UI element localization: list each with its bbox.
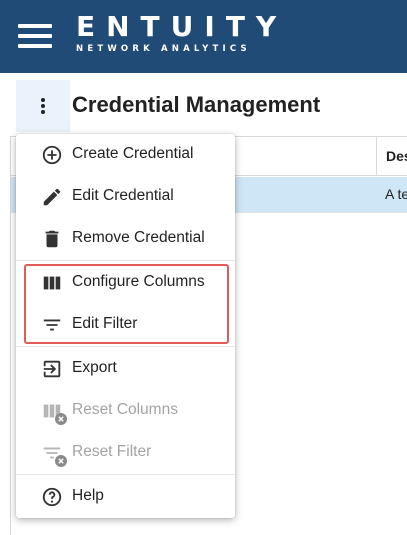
menu-item-configure-columns[interactable]: Configure Columns <box>16 262 235 302</box>
kebab-dot-icon <box>41 104 45 108</box>
pencil-icon <box>41 186 63 208</box>
menu-item-reset-columns: Reset Columns <box>16 390 235 430</box>
menu-item-label: Edit Credential <box>72 187 174 204</box>
menu-item-edit-filter[interactable]: Edit Filter <box>16 304 235 344</box>
menu-item-label: Create Credential <box>72 145 194 162</box>
logo-title: ENTUITY <box>76 10 288 43</box>
menu-item-remove-credential[interactable]: Remove Credential <box>16 218 235 258</box>
menu-item-help[interactable]: Help <box>16 476 235 516</box>
actions-dropdown-menu: Create Credential Edit Credential Remove… <box>16 134 235 518</box>
top-navigation-bar: ENTUITY NETWORK ANALYTICS <box>0 0 407 73</box>
actions-menu-button[interactable] <box>16 80 70 132</box>
menu-item-export[interactable]: Export <box>16 348 235 388</box>
menu-divider <box>16 346 235 347</box>
menu-item-label: Export <box>72 359 117 376</box>
cancel-badge-icon <box>55 412 67 425</box>
filter-icon <box>41 314 63 336</box>
help-icon <box>41 486 63 508</box>
menu-item-label: Reset Columns <box>72 401 178 418</box>
kebab-dot-icon <box>41 98 45 102</box>
logo-subtitle: NETWORK ANALYTICS <box>76 44 251 54</box>
page-title: Credential Management <box>72 92 321 117</box>
menu-item-create-credential[interactable]: Create Credential <box>16 134 235 174</box>
menu-item-label: Remove Credential <box>72 229 205 246</box>
add-circle-icon <box>41 144 63 166</box>
menu-divider <box>16 260 235 261</box>
menu-item-label: Reset Filter <box>72 443 152 460</box>
entuity-logo: ENTUITY NETWORK ANALYTICS <box>76 12 287 55</box>
table-cell-description: A te <box>385 186 407 202</box>
menu-item-label: Configure Columns <box>72 273 205 290</box>
trash-icon <box>41 228 63 250</box>
menu-item-label: Help <box>72 487 104 504</box>
menu-item-reset-filter: Reset Filter <box>16 432 235 472</box>
column-header-description[interactable]: Des <box>376 137 407 175</box>
hamburger-menu-icon[interactable] <box>18 24 52 48</box>
menu-divider <box>16 474 235 475</box>
export-icon <box>41 358 63 380</box>
cancel-badge-icon <box>55 454 67 467</box>
columns-icon <box>41 272 63 294</box>
menu-item-label: Edit Filter <box>72 315 138 332</box>
menu-item-edit-credential[interactable]: Edit Credential <box>16 176 235 216</box>
kebab-dot-icon <box>41 110 45 114</box>
